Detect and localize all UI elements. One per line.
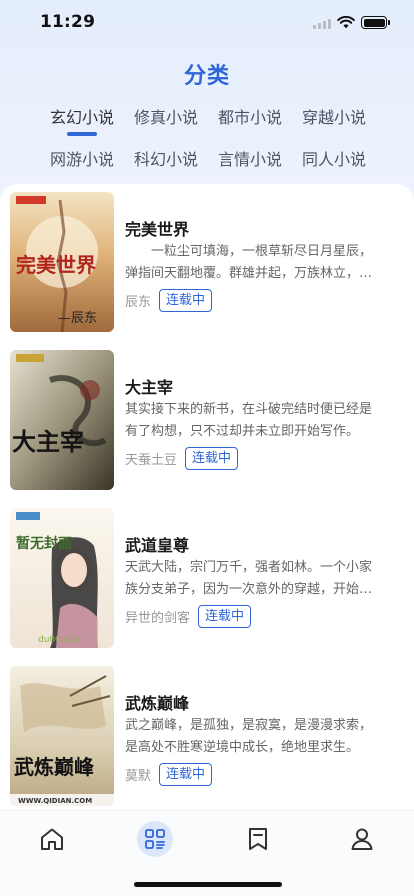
page-title: 分类	[183, 64, 230, 89]
tab-bookshelf[interactable]	[240, 821, 276, 857]
book-title: 武炼巅峰	[125, 694, 190, 713]
category-tab-wangyou[interactable]: 网游小说	[40, 146, 124, 170]
book-description: 一粒尘可填海，一根草斩尽日月星辰，弹指间天翻地覆。群雄并起，万族林立，诸圣争霸，…	[125, 244, 373, 281]
category-tab-xiuzhen[interactable]: 修真小说	[124, 104, 208, 128]
book-author: 天蚕土豆	[125, 452, 178, 468]
battery-icon	[361, 16, 390, 29]
book-item[interactable]: 武炼巅峰 WWW.QIDIAN.COM 武炼巅峰 武之巅峰，是孤独，是寂寞，是漫…	[0, 658, 414, 806]
wifi-icon	[337, 15, 355, 29]
category-tab-label: 言情小说	[217, 150, 282, 169]
category-tab-label: 同人小说	[301, 150, 366, 169]
book-meta: 天蚕土豆 连载中	[125, 446, 239, 470]
category-tab-label: 玄幻小说	[49, 108, 114, 127]
category-tab-label: 穿越小说	[301, 108, 366, 127]
book-author: 莫默	[125, 768, 152, 784]
category-tab-tongren[interactable]: 同人小说	[292, 146, 376, 170]
status-badge: 连载中	[159, 288, 213, 312]
book-description: 天武大陆，宗门万千，强者如林。一个小家族分支弟子，因为一次意外的穿越，开始了传奇…	[125, 560, 373, 597]
cover-watermark-text: du00.com	[38, 635, 83, 645]
book-author: 辰东	[125, 294, 152, 310]
status-badge: 连载中	[185, 446, 239, 470]
cover-title-text: 武炼巅峰	[14, 755, 94, 779]
status-badge: 连载中	[198, 604, 252, 628]
category-tab-dushi[interactable]: 都市小说	[208, 104, 292, 128]
book-meta: 辰东 连载中	[125, 288, 213, 312]
cover-watermark-text: WWW.QIDIAN.COM	[18, 797, 92, 805]
book-title: 完美世界	[125, 220, 190, 239]
status-time: 11:29	[40, 12, 96, 32]
book-description: 其实接下来的新书，在斗破完结时便已经是有了构想，只不过却并未立即开始写作。	[125, 402, 373, 439]
category-tab-label: 都市小说	[217, 108, 282, 127]
cover-title-text: 完美世界	[16, 253, 96, 277]
book-list: 完美世界 —辰东 完美世界 一粒尘可填海，一根草斩尽日月星辰，弹指间天翻地覆。群…	[0, 184, 414, 824]
category-tab-label: 网游小说	[49, 150, 114, 169]
cover-title-text: 大主宰	[12, 427, 84, 456]
book-meta: 异世的剑客 连载中	[125, 604, 252, 628]
book-title: 大主宰	[125, 378, 174, 397]
status-badge: 连载中	[159, 762, 213, 786]
book-cover: 完美世界 —辰东	[10, 192, 114, 332]
active-tab-indicator	[67, 132, 97, 136]
book-item[interactable]: 完美世界 —辰东 完美世界 一粒尘可填海，一根草斩尽日月星辰，弹指间天翻地覆。群…	[0, 184, 414, 332]
cover-title-text: 暂无封面	[16, 535, 72, 552]
category-tab-chuanyue[interactable]: 穿越小说	[292, 104, 376, 128]
book-description: 武之巅峰，是孤独，是寂寞，是漫漫求索，是高处不胜寒逆境中成长，绝地里求生。	[125, 718, 373, 755]
book-meta: 莫默 连载中	[125, 762, 213, 786]
book-title: 武道皇尊	[125, 536, 190, 555]
home-icon	[41, 828, 63, 850]
cellular-signal-icon	[313, 19, 333, 29]
user-icon	[351, 828, 373, 850]
tab-home[interactable]	[34, 821, 70, 857]
cover-author-text: —辰东	[58, 311, 97, 326]
category-icon	[145, 829, 165, 849]
status-bar: 11:29	[0, 0, 414, 46]
category-tab-label: 科幻小说	[133, 150, 198, 169]
bookmark-icon	[249, 828, 267, 850]
category-tab-yanqing[interactable]: 言情小说	[208, 146, 292, 170]
book-cover: 暂无封面 du00.com	[10, 508, 114, 648]
category-tab-kehuan[interactable]: 科幻小说	[124, 146, 208, 170]
book-cover: 大主宰	[10, 350, 114, 490]
book-item[interactable]: 大主宰 大主宰 其实接下来的新书，在斗破完结时便已经是有了构想，只不过却并未立即…	[0, 342, 414, 490]
category-tab-label: 修真小说	[133, 108, 198, 127]
home-indicator	[134, 882, 282, 887]
book-item[interactable]: 暂无封面 du00.com 武道皇尊 天武大陆，宗门万千，强者如林。一个小家族分…	[0, 500, 414, 648]
tab-profile[interactable]	[344, 821, 380, 857]
tab-category[interactable]	[137, 821, 173, 857]
book-cover: 武炼巅峰 WWW.QIDIAN.COM	[10, 666, 114, 806]
category-tab-xuanhuan[interactable]: 玄幻小说	[40, 104, 124, 136]
book-author: 异世的剑客	[125, 610, 191, 626]
